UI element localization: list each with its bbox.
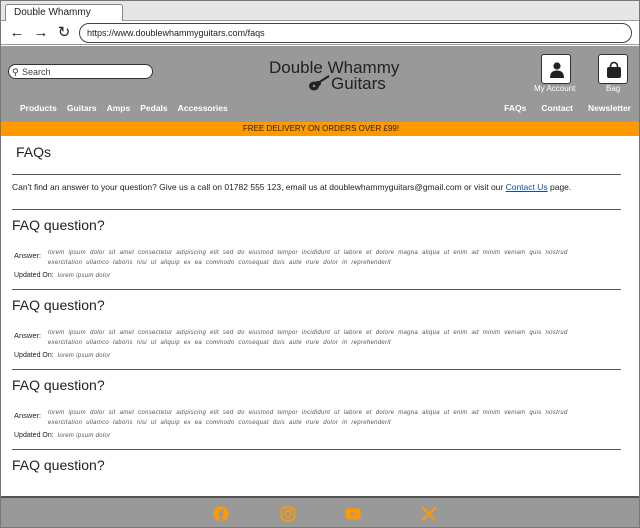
user-icon <box>550 62 564 78</box>
nav-item-faqs[interactable]: FAQs <box>504 103 526 117</box>
contact-us-link[interactable]: Contact Us <box>506 182 548 192</box>
faq-answer: lorem ipsum dolor sit amet consectetur a… <box>48 330 568 346</box>
faq-answer-label: Answer: <box>14 331 42 340</box>
site-logo[interactable]: Double Whammy Guitars <box>267 58 407 94</box>
arrow-right-icon[interactable]: → <box>31 23 51 43</box>
faq-question: FAQ question? <box>12 377 105 393</box>
intro-text-end: page. <box>547 182 572 192</box>
faq-updated: Updated On: lorem ipsum dolor <box>14 432 111 439</box>
url-bar[interactable]: https://www.doublewhammyguitars.com/faqs <box>79 23 632 43</box>
bag-button[interactable] <box>598 54 628 84</box>
faq-updated-label: Updated On: <box>14 432 54 439</box>
faq-answer-label: Answer: <box>14 251 42 260</box>
divider <box>12 174 621 175</box>
account-button[interactable] <box>541 54 571 84</box>
secondary-nav: FAQs Contact Newsletter <box>504 103 631 117</box>
logo-line-2: Guitars <box>331 74 386 93</box>
faq-updated-date: lorem ipsum dolor <box>57 433 111 439</box>
delivery-banner: FREE DELIVERY ON ORDERS OVER £99! <box>1 122 639 136</box>
nav-item-guitars[interactable]: Guitars <box>67 103 97 117</box>
x-icon[interactable] <box>421 506 437 522</box>
faq-updated: Updated On: lorem ipsum dolor <box>14 272 111 279</box>
nav-item-pedals[interactable]: Pedals <box>140 103 167 117</box>
faq-answer: lorem ipsum dolor sit amet consectetur a… <box>48 410 568 426</box>
instagram-icon[interactable] <box>280 506 296 522</box>
divider <box>12 289 621 290</box>
page-title: FAQs <box>16 144 52 160</box>
address-row: ← → ↻ https://www.doublewhammyguitars.co… <box>1 21 639 45</box>
search-box[interactable]: ⚲ <box>8 64 153 79</box>
youtube-icon[interactable] <box>345 506 361 522</box>
divider <box>12 209 621 210</box>
search-input[interactable] <box>22 66 148 77</box>
main-content: FAQs Can't find an answer to your questi… <box>1 136 639 496</box>
browser-tab[interactable]: Double Whammy Guitars <box>5 4 123 34</box>
facebook-icon[interactable] <box>213 506 229 522</box>
main-nav: Products Guitars Amps Pedals Accessories <box>20 103 228 117</box>
faq-question: FAQ question? <box>12 457 105 473</box>
faq-question: FAQ question? <box>12 217 105 233</box>
faq-updated-date: lorem ipsum dolor <box>57 273 111 279</box>
faq-updated-date: lorem ipsum dolor <box>57 353 111 359</box>
divider <box>12 369 621 370</box>
nav-item-contact[interactable]: Contact <box>541 103 573 117</box>
nav-item-amps[interactable]: Amps <box>107 103 131 117</box>
site-header: ⚲ Double Whammy Guitars My Account <box>1 46 639 122</box>
intro-text-start: Can't find an answer to your question? G… <box>12 182 506 192</box>
search-icon: ⚲ <box>12 67 19 77</box>
tab-strip: Double Whammy Guitars <box>1 1 639 34</box>
faq-answer-label: Answer: <box>14 411 42 420</box>
guitar-icon <box>309 75 330 91</box>
site-footer <box>1 496 639 527</box>
browser-window: Double Whammy Guitars ← → ↻ https://www.… <box>0 0 640 528</box>
faq-question: FAQ question? <box>12 297 105 313</box>
faq-updated: Updated On: lorem ipsum dolor <box>14 352 111 359</box>
account-label[interactable]: My Account <box>534 84 575 93</box>
nav-item-products[interactable]: Products <box>20 103 57 117</box>
nav-item-accessories[interactable]: Accessories <box>178 103 228 117</box>
faq-answer: lorem ipsum dolor sit amet consectetur a… <box>48 250 568 266</box>
bag-icon <box>607 61 621 78</box>
arrow-left-icon[interactable]: ← <box>7 23 27 43</box>
divider <box>12 449 621 450</box>
intro-text: Can't find an answer to your question? G… <box>12 182 571 192</box>
nav-item-newsletter[interactable]: Newsletter <box>588 103 631 117</box>
reload-icon[interactable]: ↻ <box>54 23 74 43</box>
faq-updated-label: Updated On: <box>14 272 54 279</box>
bag-label[interactable]: Bag <box>606 84 620 93</box>
faq-updated-label: Updated On: <box>14 352 54 359</box>
